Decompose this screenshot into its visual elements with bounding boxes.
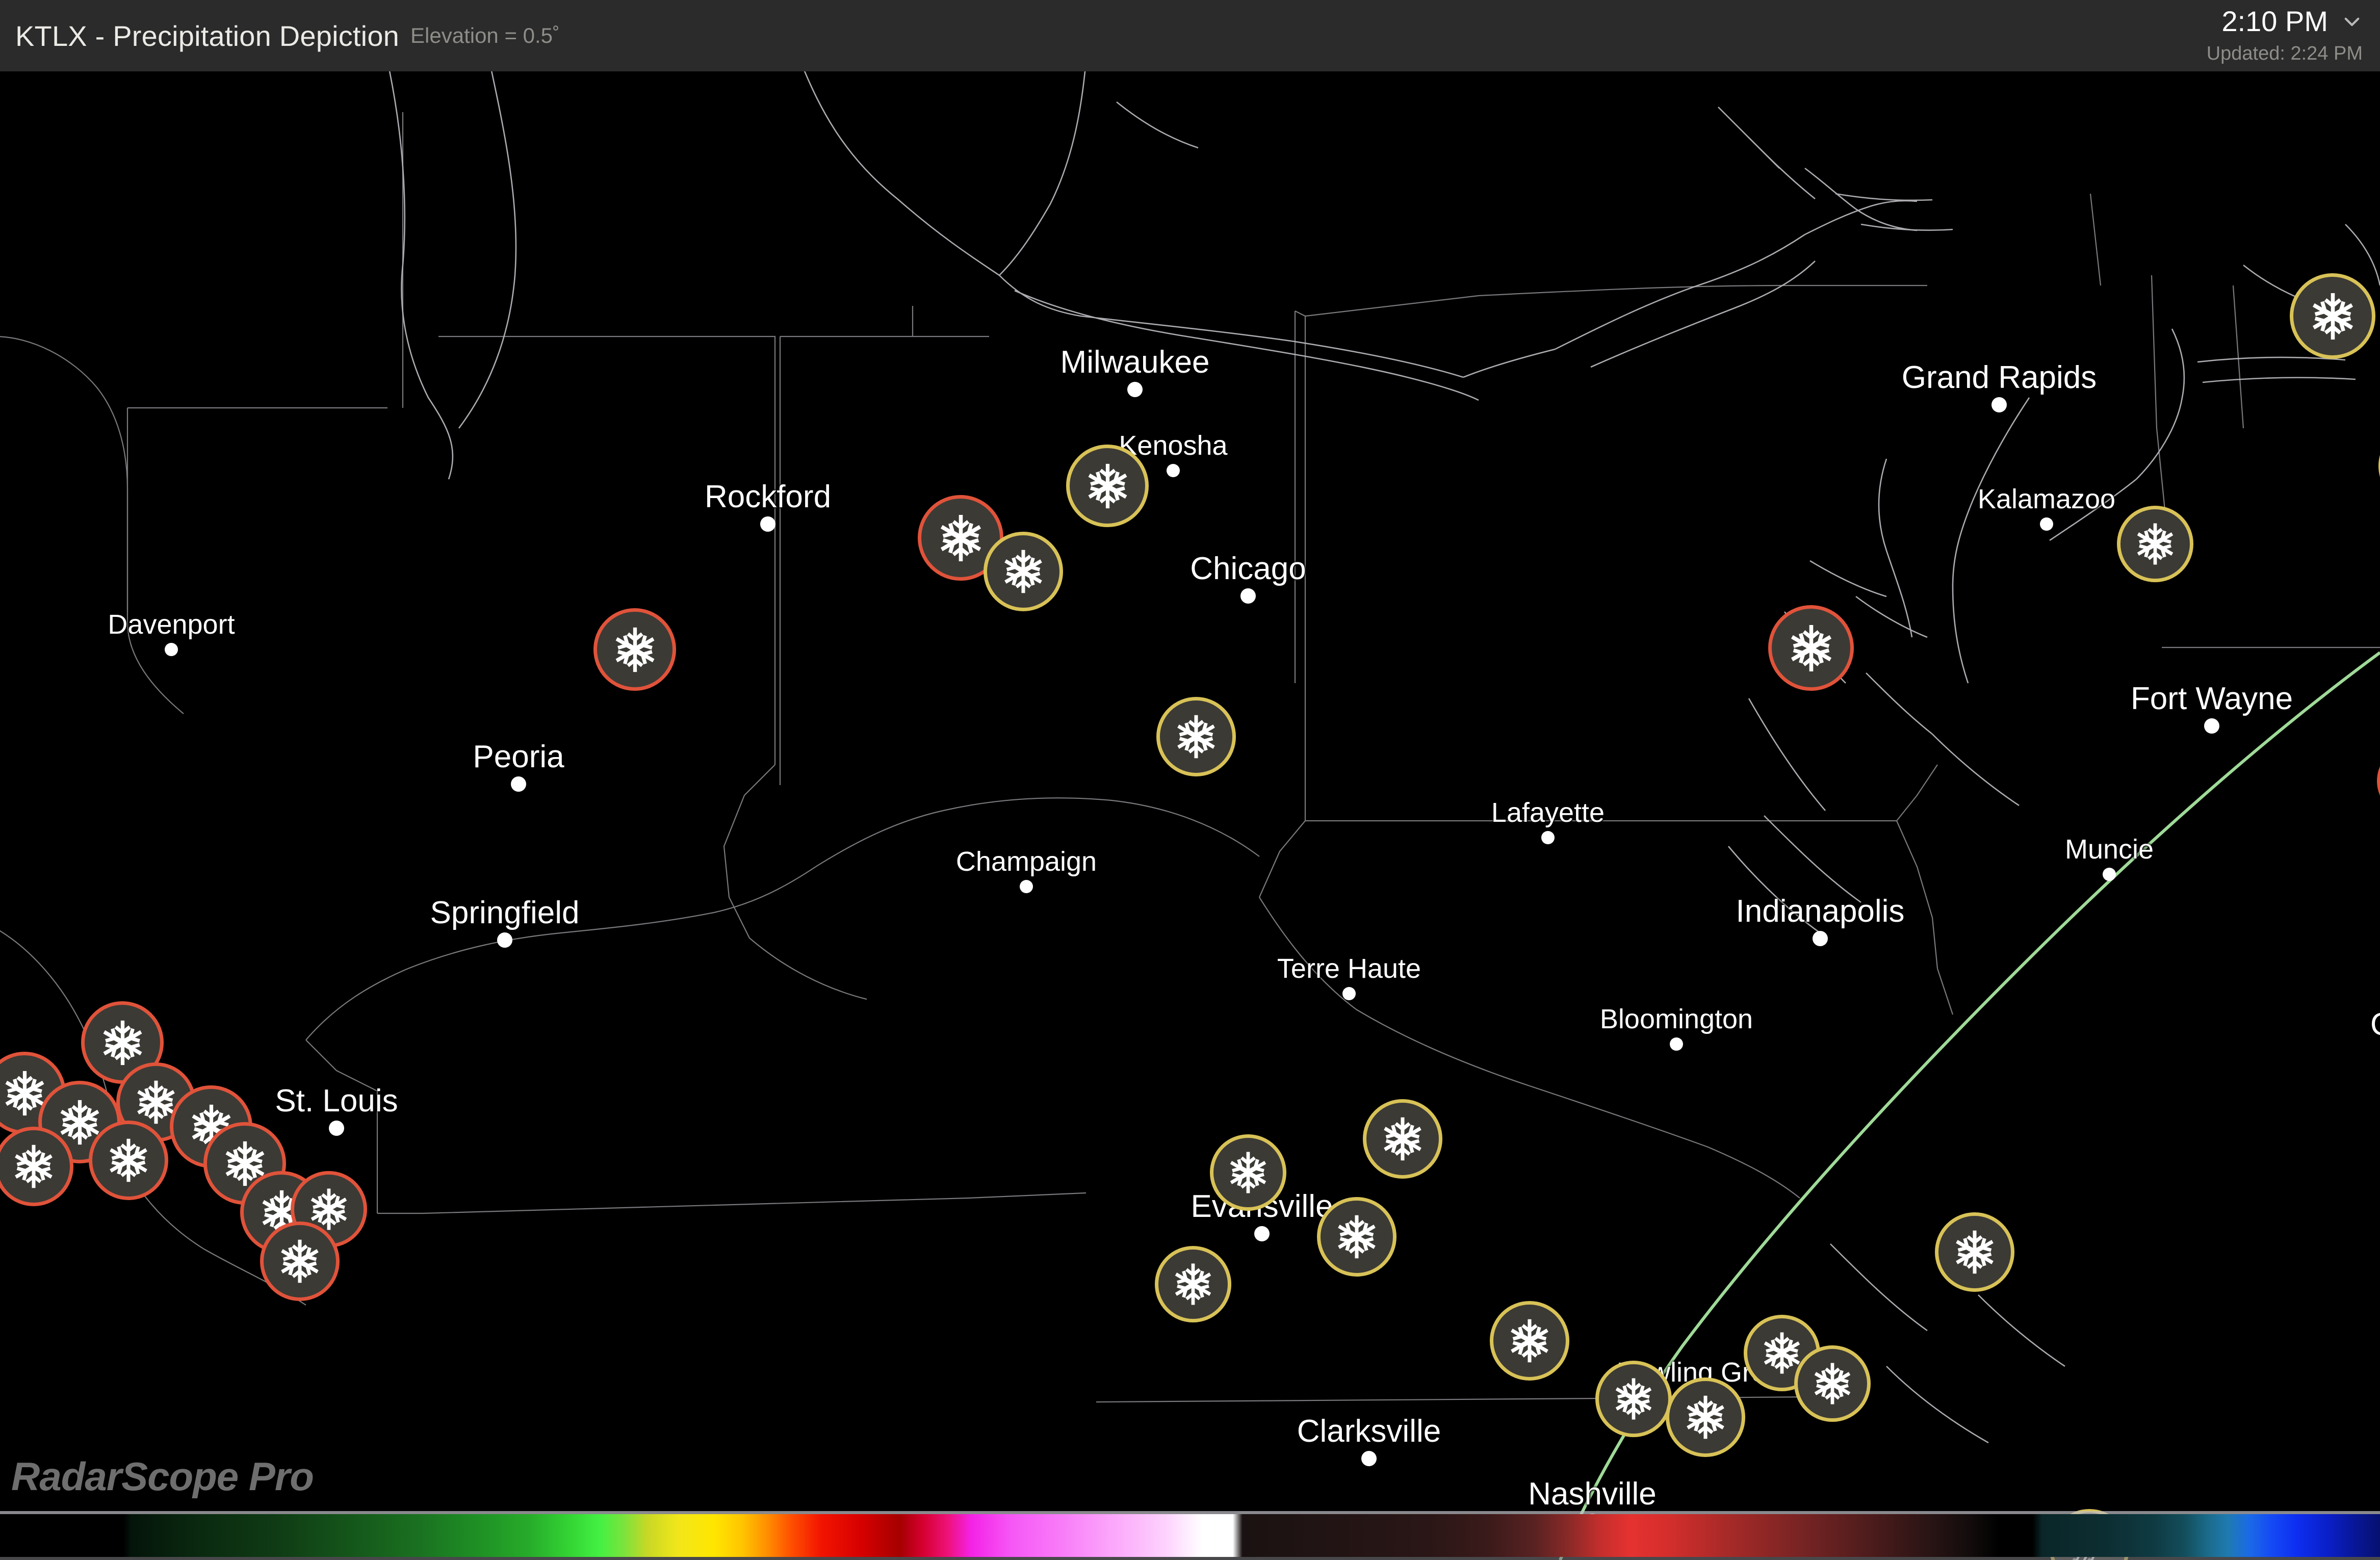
snow-marker[interactable] — [2290, 273, 2375, 359]
city-label: St. Louis — [275, 1083, 398, 1119]
radarscope-watermark: RadarScope Pro — [11, 1454, 314, 1499]
updated-time-label: Updated: 2:24 PM — [2206, 43, 2363, 64]
elevation-angle-label: Elevation = 0.5˚ — [410, 23, 560, 47]
app-header: KTLX - Precipitation Depiction Elevation… — [0, 0, 2380, 71]
radarscope-app: KTLX - Precipitation Depiction Elevation… — [0, 0, 2380, 1560]
city-dot-icon — [165, 643, 178, 656]
snowflake-icon — [1956, 1230, 1994, 1274]
geography-layer — [0, 71, 2380, 1560]
city-label: Champaign — [955, 846, 1097, 877]
city-label: Milwaukee — [1060, 345, 1210, 380]
city-dot-icon — [2204, 718, 2219, 734]
city-label: Fort Wayne — [2130, 681, 2293, 716]
snowflake-icon — [1791, 625, 1831, 671]
city-label: Indianapolis — [1736, 894, 1905, 929]
snowflake-icon — [1004, 550, 1042, 593]
city-dot-icon — [1342, 987, 1356, 1000]
snow-marker[interactable] — [593, 608, 676, 691]
snow-marker[interactable] — [1066, 445, 1149, 527]
snow-marker[interactable] — [1490, 1301, 1569, 1381]
snowflake-icon — [281, 1239, 319, 1283]
city-dot-icon — [497, 932, 512, 948]
snowflake-icon — [2137, 523, 2174, 565]
snowflake-icon — [940, 514, 981, 561]
snow-marker[interactable] — [1363, 1099, 1442, 1179]
city-label: Chicago — [1190, 551, 1306, 586]
reflectivity-colorbar[interactable] — [0, 1511, 2380, 1560]
header-right-group: 2:10 PM Updated: 2:24 PM — [2207, 7, 2363, 65]
snowflake-icon — [15, 1145, 53, 1188]
city-dot-icon — [1240, 588, 1256, 604]
city-label: Peoria — [473, 739, 564, 774]
snowflake-icon — [1511, 1319, 1548, 1363]
snow-marker[interactable] — [1155, 1246, 1231, 1322]
city-label: Grand Rapids — [1901, 360, 2097, 395]
snowflake-icon — [1687, 1395, 1724, 1439]
city-dot-icon — [1361, 1451, 1377, 1466]
snowflake-icon — [1177, 715, 1215, 759]
city-label: Lafayette — [1491, 797, 1605, 828]
city-dot-icon — [2103, 868, 2116, 881]
snowflake-icon — [1814, 1363, 1851, 1405]
city-label: Rockford — [704, 479, 832, 514]
snow-marker[interactable] — [89, 1121, 168, 1200]
city-dot-icon — [1541, 831, 1555, 844]
snow-marker[interactable] — [1666, 1377, 1745, 1457]
city-label: Springfield — [430, 895, 580, 930]
city-dot-icon — [2040, 517, 2053, 531]
city-dot-icon — [1127, 382, 1143, 397]
radar-map-canvas[interactable]: BarrieKingstonNewmarketTorontoHamiltonSy… — [0, 71, 2380, 1560]
city-dot-icon — [760, 516, 775, 532]
snow-marker[interactable] — [1794, 1345, 1871, 1422]
snowflake-icon — [615, 627, 654, 672]
snow-marker[interactable] — [984, 532, 1063, 611]
snow-marker[interactable] — [1156, 697, 1236, 776]
colorbar-bottom-rule — [0, 1557, 2380, 1560]
snowflake-icon — [103, 1020, 142, 1065]
city-dot-icon — [1670, 1037, 1683, 1051]
snowflake-icon — [1338, 1215, 1376, 1259]
snow-marker[interactable] — [2117, 506, 2193, 582]
header-left-group: KTLX - Precipitation Depiction Elevation… — [15, 0, 560, 71]
city-label: Bloomington — [1599, 1004, 1753, 1034]
snowflake-icon — [1088, 463, 1127, 508]
city-dot-icon — [329, 1121, 344, 1136]
radar-product-title: KTLX - Precipitation Depiction — [15, 19, 400, 52]
city-dot-icon — [511, 776, 526, 792]
city-label: Muncie — [2064, 834, 2154, 865]
city-label: Terre Haute — [1277, 953, 1421, 984]
snowflake-icon — [1615, 1378, 1652, 1420]
snowflake-icon — [1230, 1152, 1266, 1193]
snow-marker[interactable] — [1210, 1134, 1286, 1211]
snow-marker[interactable] — [260, 1221, 340, 1301]
city-dot-icon — [1020, 880, 1033, 893]
city-label: Kalamazoo — [1977, 484, 2116, 514]
chevron-down-icon[interactable] — [2341, 11, 2363, 32]
snow-marker[interactable] — [1317, 1197, 1396, 1277]
snowflake-icon — [1384, 1117, 1421, 1161]
city-label: Clarksville — [1297, 1414, 1441, 1449]
city-dot-icon — [1167, 464, 1180, 477]
snowflake-icon — [110, 1138, 147, 1182]
snow-marker[interactable] — [1768, 605, 1854, 691]
snow-marker[interactable] — [1595, 1361, 1672, 1437]
city-dot-icon — [1991, 397, 2007, 412]
city-label: Nashville — [1528, 1476, 1657, 1512]
snow-marker[interactable] — [1935, 1212, 2014, 1292]
city-label: Cincinnati — [2370, 1006, 2380, 1043]
scan-time-label: 2:10 PM — [2221, 5, 2328, 37]
city-dot-icon — [1813, 931, 1828, 946]
snowflake-icon — [2312, 293, 2353, 340]
colorbar-gradient — [0, 1514, 2380, 1557]
city-dot-icon — [1254, 1226, 1270, 1241]
city-label: Davenport — [108, 609, 235, 640]
scan-time-row[interactable]: 2:10 PM — [2207, 7, 2363, 36]
snowflake-icon — [1175, 1263, 1211, 1305]
